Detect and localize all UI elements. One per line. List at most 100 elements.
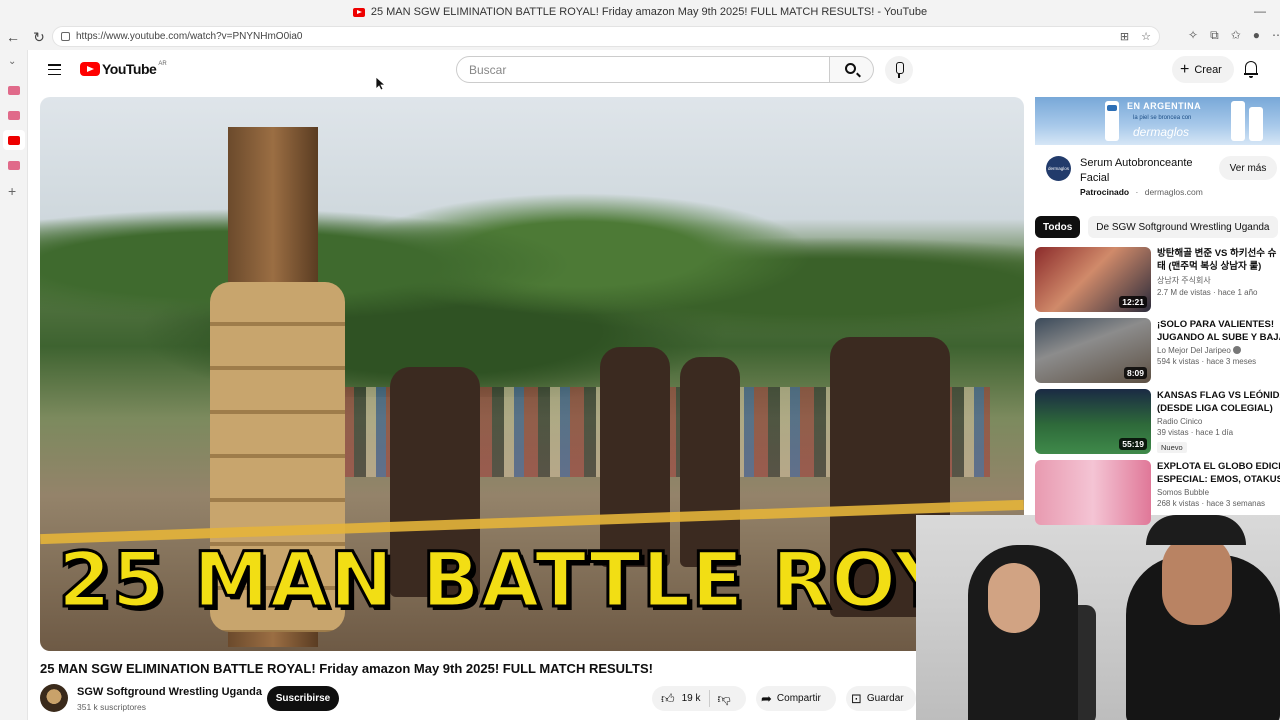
- video-player[interactable]: 25 MAN BATTLE ROYA: [40, 97, 1024, 651]
- more-icon[interactable]: ⋯: [1272, 28, 1280, 43]
- address-bar-row: ← ↻ https://www.youtube.com/watch?v=PNYN…: [0, 24, 1280, 50]
- new-tab-icon[interactable]: +: [8, 183, 16, 199]
- ad-banner[interactable]: EN ARGENTINA la piel se broncea con derm…: [1035, 97, 1280, 145]
- advertiser-logo[interactable]: dermaglos: [1046, 156, 1071, 181]
- page-info-icon[interactable]: [61, 32, 70, 41]
- video-title[interactable]: KANSAS FLAG VS LEÓNIDAS (DESDE LIGA COLE…: [1157, 389, 1280, 415]
- list-item[interactable]: 8:09 ¡SOLO PARA VALIENTES! JUGANDO AL SU…: [1035, 318, 1280, 389]
- new-badge: Nuevo: [1157, 442, 1187, 453]
- create-button[interactable]: + Crear: [1172, 56, 1234, 83]
- reload-icon[interactable]: ↻: [26, 29, 52, 46]
- video-title: 25 MAN SGW ELIMINATION BATTLE ROYAL! Fri…: [40, 661, 653, 676]
- video-title[interactable]: EXPLOTA EL GLOBO EDICIÓN ESPECIAL: EMOS,…: [1157, 460, 1280, 486]
- tab-youtube-4[interactable]: [8, 161, 20, 170]
- ad-sponsor-line: Patrocinado · dermaglos.com: [1080, 187, 1203, 197]
- minimize-icon[interactable]: —: [1254, 4, 1266, 18]
- favorites-icon[interactable]: ✩: [1231, 28, 1241, 43]
- channel-name[interactable]: SGW Softground Wrestling Uganda: [77, 686, 262, 698]
- webcam-face-right: [1162, 535, 1232, 625]
- ad-banner-brand: dermaglos: [1133, 125, 1190, 139]
- channel-name[interactable]: 상남자 주식회사: [1157, 275, 1280, 286]
- webcam-overlay: [916, 515, 1280, 720]
- region-code: AR: [158, 61, 167, 67]
- tab-youtube-2[interactable]: [8, 111, 20, 120]
- share-button[interactable]: ➦ Compartir: [756, 686, 836, 711]
- url-text[interactable]: https://www.youtube.com/watch?v=PNYNHmO0…: [76, 31, 302, 42]
- subscribe-button[interactable]: Suscribirse: [267, 686, 339, 711]
- recommendations-list: 12:21 방탄해골 변준 VS 하키선수 슈 태 (맨주먹 복싱 상남자 룰)…: [1035, 247, 1280, 531]
- share-label: Compartir: [776, 693, 821, 704]
- ad-bottle-image: [1231, 101, 1245, 141]
- subscriber-count: 351 k suscriptores: [77, 702, 146, 712]
- video-stats: 2.7 M de vistas · hace 1 año: [1157, 288, 1258, 297]
- search-button[interactable]: [830, 56, 874, 83]
- bookmark-icon: ⊡: [851, 690, 862, 706]
- channel-name[interactable]: Lo Mejor Del Jaripeo: [1157, 346, 1280, 355]
- video-title[interactable]: ¡SOLO PARA VALIENTES! JUGANDO AL SUBE Y …: [1157, 318, 1280, 344]
- video-stats: 268 k vistas · hace 3 semanas: [1157, 499, 1266, 508]
- list-item[interactable]: 12:21 방탄해골 변준 VS 하키선수 슈 태 (맨주먹 복싱 상남자 룰)…: [1035, 247, 1280, 318]
- like-dislike-group: 👍︎ 19 k 👎︎: [652, 686, 746, 711]
- ad-banner-headline: EN ARGENTINA: [1127, 101, 1202, 111]
- video-title[interactable]: 방탄해골 변준 VS 하키선수 슈 태 (맨주먹 복싱 상남자 룰): [1157, 247, 1280, 273]
- thumbs-down-icon[interactable]: 👎︎: [718, 691, 731, 707]
- webcam-face-left: [988, 563, 1040, 633]
- ad-title[interactable]: Serum Autobronceante Facial: [1080, 156, 1210, 186]
- save-label: Guardar: [866, 693, 904, 704]
- tab-title: 25 MAN SGW ELIMINATION BATTLE ROYAL! Fri…: [370, 6, 928, 18]
- youtube-favicon-icon: [352, 7, 365, 17]
- video-thumbnail[interactable]: 12:21: [1035, 247, 1151, 312]
- save-button[interactable]: ⊡ Guardar: [846, 686, 916, 711]
- ad-info: dermaglos Serum Autobronceante Facial Pa…: [1035, 146, 1280, 206]
- like-count[interactable]: 19 k: [682, 693, 701, 704]
- verified-icon: [1232, 346, 1241, 354]
- video-stats: 39 vistas · hace 1 día: [1157, 428, 1234, 437]
- plus-icon: +: [1180, 60, 1190, 78]
- dot-separator: ·: [1135, 187, 1139, 197]
- video-duration: 8:09: [1123, 367, 1147, 379]
- ad-bottle-image: [1249, 107, 1263, 141]
- youtube-header: YouTube AR Buscar + Crear: [28, 50, 1280, 92]
- channel-name[interactable]: Radio Cinico: [1157, 417, 1280, 426]
- channel-avatar[interactable]: [40, 684, 68, 712]
- browser-title-bar: 25 MAN SGW ELIMINATION BATTLE ROYAL! Fri…: [0, 0, 1280, 24]
- menu-icon[interactable]: [48, 64, 61, 76]
- share-icon: ➦: [761, 690, 772, 706]
- sponsored-label: Patrocinado: [1080, 187, 1130, 197]
- address-bar[interactable]: https://www.youtube.com/watch?v=PNYNHmO0…: [52, 26, 1160, 47]
- list-item[interactable]: 55:19 KANSAS FLAG VS LEÓNIDAS (DESDE LIG…: [1035, 389, 1280, 460]
- youtube-play-icon: [80, 62, 100, 76]
- ad-cta-button[interactable]: Ver más: [1219, 156, 1277, 180]
- filter-chips: Todos De SGW Softground Wrestling Uganda: [1035, 216, 1278, 238]
- extensions-icon[interactable]: ✧: [1188, 28, 1198, 43]
- ad-domain: dermaglos.com: [1144, 187, 1203, 197]
- video-thumbnail[interactable]: [1035, 460, 1151, 525]
- mouse-cursor-icon: [376, 77, 386, 91]
- tab-youtube-1[interactable]: [8, 86, 20, 95]
- ad-banner-subline: la piel se broncea con: [1133, 115, 1192, 121]
- collections-icon[interactable]: ⧉: [1210, 28, 1219, 43]
- profile-icon[interactable]: ●: [1253, 28, 1260, 43]
- channel-name[interactable]: Somos Bubble: [1157, 488, 1280, 497]
- create-label: Crear: [1194, 63, 1222, 76]
- chip-channel[interactable]: De SGW Softground Wrestling Uganda: [1088, 216, 1278, 238]
- video-stats: 594 k vistas · hace 3 meses: [1157, 357, 1257, 366]
- notifications-icon[interactable]: [1244, 61, 1258, 78]
- reader-mode-icon[interactable]: ⊞: [1120, 30, 1129, 43]
- thumbs-up-icon[interactable]: 👍︎: [661, 691, 675, 707]
- back-icon[interactable]: ←: [0, 29, 26, 45]
- list-item[interactable]: EXPLOTA EL GLOBO EDICIÓN ESPECIAL: EMOS,…: [1035, 460, 1280, 531]
- video-overlay-text: 25 MAN BATTLE ROYA: [57, 534, 1004, 626]
- video-thumbnail[interactable]: 8:09: [1035, 318, 1151, 383]
- chevron-down-icon[interactable]: ⌄: [8, 56, 16, 67]
- video-thumbnail[interactable]: 55:19: [1035, 389, 1151, 454]
- search-input[interactable]: Buscar: [456, 56, 830, 83]
- favorite-star-icon[interactable]: ☆: [1141, 30, 1151, 43]
- youtube-logo[interactable]: YouTube AR: [80, 61, 167, 77]
- ad-bottle-cap: [1107, 105, 1117, 111]
- logo-text: YouTube: [102, 61, 157, 77]
- voice-search-icon[interactable]: [885, 56, 913, 84]
- tab-youtube-active[interactable]: [8, 136, 20, 145]
- chip-todos[interactable]: Todos: [1035, 216, 1081, 238]
- video-duration: 55:19: [1119, 438, 1147, 450]
